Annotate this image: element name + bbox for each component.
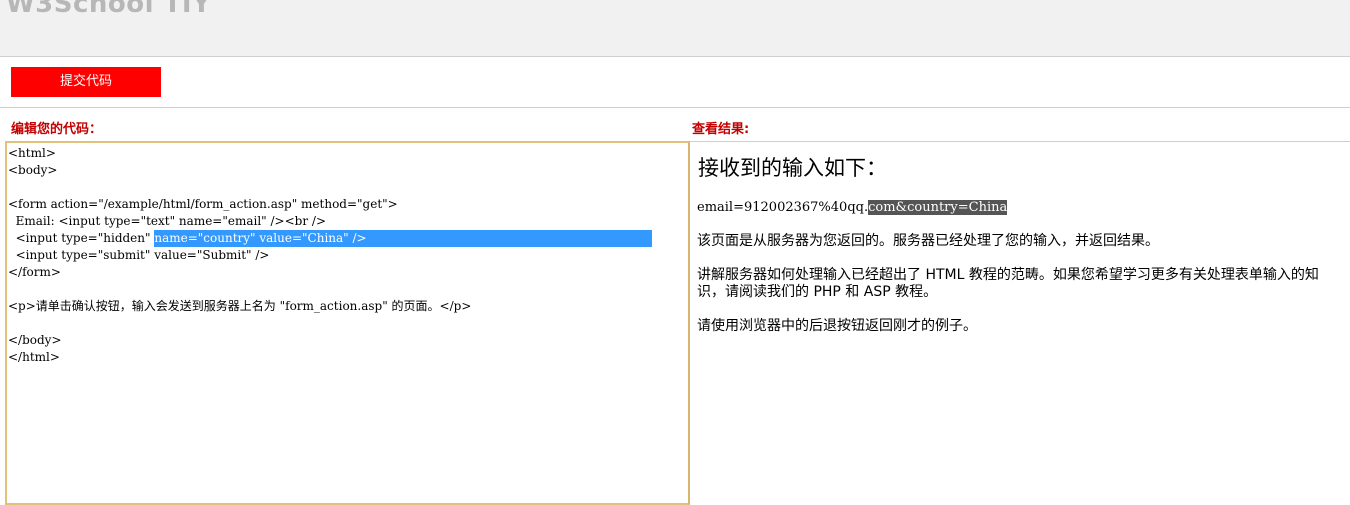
text-selection: name="country" value="China" /> bbox=[154, 230, 653, 247]
result-paragraph: 请使用浏览器中的后退按钮返回刚才的例子。 bbox=[697, 318, 977, 334]
toolbar: 提交代码 bbox=[0, 57, 1350, 108]
code-line: </html> bbox=[8, 350, 60, 364]
code-line-selected: <input type="hidden" name="country" valu… bbox=[8, 230, 687, 247]
query-string: email=912002367%40qq.com&country=China bbox=[697, 199, 1008, 216]
code-line: <body> bbox=[8, 163, 58, 177]
code-line: <input type="submit" value="Submit" /> bbox=[8, 248, 270, 262]
result-pane: 接收到的输入如下： email=912002367%40qq.com&count… bbox=[690, 141, 1350, 502]
code-line: Email: <input type="text" name="email" /… bbox=[8, 214, 326, 228]
code-editor[interactable]: <html> <body> <form action="/example/html/… bbox=[5, 141, 690, 505]
submit-code-button[interactable]: 提交代码 bbox=[11, 67, 161, 97]
result-paragraph: 该页面是从服务器为您返回的。服务器已经处理了您的输入，并返回结果。 bbox=[697, 233, 1159, 249]
code-line: <form action="/example/html/form_action.… bbox=[8, 197, 398, 211]
query-text: email=912002367%40qq. bbox=[697, 200, 869, 215]
query-selection: com&country=China bbox=[868, 200, 1008, 215]
code-text[interactable]: <html> <body> <form action="/example/html/… bbox=[7, 143, 688, 368]
code-segment: <input type="hidden" bbox=[8, 231, 155, 245]
site-logo: W3School TIY bbox=[6, 0, 212, 19]
result-title: 接收到的输入如下： bbox=[698, 156, 887, 180]
editor-label: 编辑您的代码： bbox=[11, 122, 103, 137]
code-line: <html> bbox=[8, 146, 56, 160]
code-line: </form> bbox=[8, 265, 61, 279]
result-label: 查看结果: bbox=[692, 122, 750, 137]
code-line: <p>请单击确认按钮，输入会发送到服务器上名为 "form_action.asp… bbox=[8, 299, 472, 313]
result-paragraph: 讲解服务器如何处理输入已经超出了 HTML 教程的范畴。如果您希望学习更多有关处… bbox=[697, 267, 1319, 300]
code-line: </body> bbox=[8, 333, 62, 347]
header: W3School TIY bbox=[0, 0, 1350, 57]
